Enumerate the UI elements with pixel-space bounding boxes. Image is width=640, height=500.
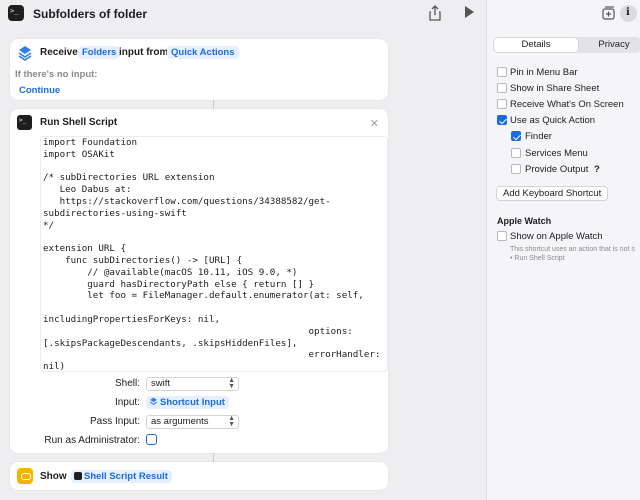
share-icon[interactable] — [426, 5, 444, 23]
add-keyboard-shortcut-button[interactable]: Add Keyboard Shortcut — [496, 186, 609, 201]
terminal-icon — [17, 115, 32, 130]
help-icon[interactable]: ? — [594, 164, 600, 175]
chevron-updown-icon: ▲ ▼ — [228, 377, 235, 390]
shortcut-input-icon — [17, 45, 33, 61]
play-icon[interactable] — [460, 5, 478, 23]
show-label: Show — [40, 471, 67, 482]
no-input-label: If there's no input: — [15, 69, 98, 80]
show-result-action[interactable]: Show Shell Script Result — [10, 462, 388, 490]
provide-output-label: Provide Output — [525, 164, 589, 175]
tab-privacy[interactable]: Privacy — [579, 38, 640, 52]
input-value: Shortcut Input — [160, 397, 225, 408]
receive-on-screen-checkbox[interactable] — [497, 99, 507, 109]
receive-on-screen-label: Receive What's On Screen — [510, 99, 624, 110]
pin-menu-bar-checkbox[interactable] — [497, 67, 507, 77]
services-menu-label: Services Menu — [525, 148, 588, 159]
share-sheet-checkbox[interactable] — [497, 83, 507, 93]
script-text[interactable]: import Foundation import OSAKit /* subDi… — [41, 137, 387, 371]
shell-label: Shell: — [114, 378, 140, 389]
watch-note-action: • Run Shell Script — [510, 255, 565, 262]
action-title: Run Shell Script — [40, 117, 118, 128]
shell-select[interactable]: swift ▲ ▼ — [146, 377, 239, 391]
finder-checkbox[interactable] — [511, 131, 521, 141]
no-input-action[interactable]: Continue — [15, 84, 65, 97]
add-action-icon[interactable] — [602, 6, 616, 23]
finder-label: Finder — [525, 131, 552, 142]
flow-connector — [213, 100, 214, 109]
tab-details[interactable]: Details — [494, 38, 578, 52]
chevron-updown-icon: ▲ ▼ — [228, 415, 235, 428]
quick-action-label: Use as Quick Action — [510, 115, 596, 126]
admin-label: Run as Administrator: — [44, 435, 140, 446]
terminal-icon — [74, 472, 82, 480]
receive-label: Receive — [40, 47, 78, 58]
shortcut-input-icon — [149, 397, 158, 409]
input-label: Input: — [114, 397, 140, 408]
shell-result-label: Shell Script Result — [84, 471, 168, 482]
script-editor[interactable]: import Foundation import OSAKit /* subDi… — [40, 136, 388, 372]
info-icon[interactable]: i — [620, 5, 637, 22]
pass-input-label: Pass Input: — [89, 416, 140, 427]
script-input-pill[interactable]: Shortcut Input — [146, 396, 229, 409]
close-icon[interactable]: ✕ — [370, 117, 379, 130]
quick-action-checkbox[interactable] — [497, 115, 507, 125]
shell-result-pill[interactable]: Shell Script Result — [71, 470, 172, 483]
run-shell-script-action[interactable]: Run Shell Script ✕ import Foundation imp… — [10, 109, 388, 453]
apple-watch-checkbox[interactable] — [497, 231, 507, 241]
pass-input-value: as arguments — [151, 416, 209, 427]
sidebar-tabs: Details Privacy — [493, 37, 640, 53]
input-type-pill[interactable]: Folders — [78, 46, 121, 59]
pin-menu-bar-label: Pin in Menu Bar — [510, 67, 578, 78]
run-as-admin-checkbox[interactable] — [146, 434, 157, 445]
input-from-label: input from — [119, 47, 169, 58]
apple-watch-title: Apple Watch — [497, 216, 552, 226]
flow-connector — [213, 453, 214, 462]
shortcut-editor: Subfolders of folder Receive Folders inp… — [0, 0, 486, 500]
receive-action[interactable]: Receive Folders input from Quick Actions… — [10, 39, 388, 100]
toolbar: Subfolders of folder — [0, 0, 486, 28]
input-source-pill[interactable]: Quick Actions — [167, 46, 239, 59]
watch-note: This shortcut uses an action that is not… — [510, 246, 635, 253]
window-title: Subfolders of folder — [33, 7, 147, 21]
show-result-icon — [17, 468, 33, 484]
provide-output-checkbox[interactable] — [511, 164, 521, 174]
details-sidebar: i Details Privacy Pin in Menu Bar Show i… — [486, 0, 640, 500]
terminal-icon — [8, 5, 24, 21]
services-menu-checkbox[interactable] — [511, 148, 521, 158]
shell-value: swift — [151, 378, 170, 389]
share-sheet-label: Show in Share Sheet — [510, 83, 600, 94]
pass-input-select[interactable]: as arguments ▲ ▼ — [146, 415, 239, 429]
apple-watch-label: Show on Apple Watch — [510, 231, 603, 242]
